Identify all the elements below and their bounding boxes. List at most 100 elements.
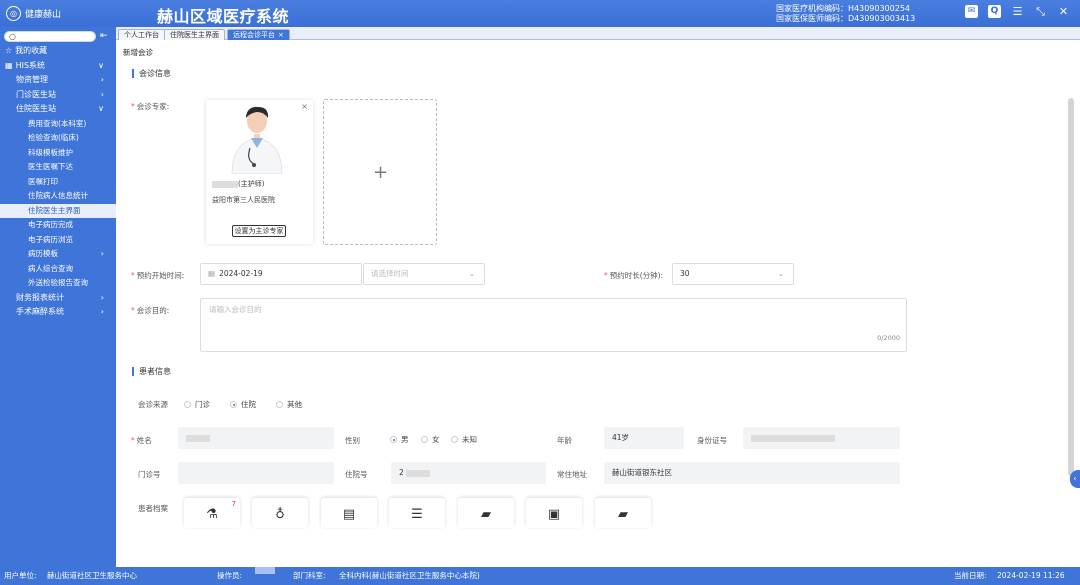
sidebar-item[interactable]: 门诊医生站 › (0, 88, 116, 103)
sidebar-item[interactable]: 住院医生站 ∨ (0, 102, 116, 117)
archive-exam-button[interactable]: ♁ (252, 498, 308, 528)
date-value: 2024-02-19 11:26 (997, 571, 1065, 580)
unit-label: 用户单位: (4, 571, 37, 580)
sidebar-item[interactable]: 外送检验报告查询 (0, 276, 116, 291)
expand-panel-chevron-icon[interactable]: ‹ (1070, 470, 1080, 488)
sidebar-item[interactable]: 病历模板 › (0, 247, 116, 262)
gender-female-radio[interactable]: 女 (421, 434, 440, 445)
sidebar-item-label: 门诊医生站 (16, 89, 56, 99)
sidebar-item[interactable]: 物资管理 › (0, 73, 116, 88)
radio-dot (184, 401, 191, 408)
age-value: 41岁 (612, 433, 630, 442)
outpatient-no-field[interactable] (178, 462, 334, 484)
sidebar-item-label: 电子病历完成 (28, 220, 73, 229)
sidebar-item[interactable]: 住院医生主界面 (0, 203, 116, 218)
expert-hospital: 益阳市第三人民医院 (212, 196, 275, 204)
set-main-expert-button[interactable]: 设置为主诊专家 (232, 225, 286, 237)
sidebar-item[interactable]: 检验查询(临床) (0, 131, 116, 146)
name-field[interactable] (178, 427, 334, 449)
archive-folder-button[interactable]: ▰ (458, 498, 514, 528)
top-bar: ◎ 健康赫山 赫山区域医疗系统 国家医疗机构编码：H43090300254 国家… (0, 0, 1080, 27)
operator-label: 操作员: (217, 571, 243, 580)
gender-unknown-radio[interactable]: 未知 (451, 434, 477, 445)
sidebar-item-label: 病人综合查询 (28, 263, 73, 273)
archive-folder-2-button[interactable]: ▰ (595, 498, 651, 528)
dept-value: 全科内科(赫山街道社区卫生服务中心本院) (339, 571, 480, 580)
address-label: 常住地址 (557, 470, 587, 479)
redacted-value (406, 469, 431, 477)
inpatient-no-field[interactable]: 2 (391, 462, 546, 484)
logo: ◎ 健康赫山 (6, 6, 61, 21)
chevron-down-icon: ⌄ (468, 269, 475, 278)
age-field[interactable]: 41岁 (604, 427, 684, 449)
sidebar-item[interactable]: 电子病历完成 (0, 218, 116, 233)
lab-badge: 7 (231, 500, 236, 508)
start-date-picker[interactable]: ▦ 2024-02-19 (200, 263, 362, 285)
list-icon: ☰ (411, 507, 423, 522)
sidebar-item[interactable]: 病人综合查询 (0, 262, 116, 277)
chevron-icon: › (100, 249, 104, 258)
sidebar-item[interactable]: 电子病历浏览 (0, 233, 116, 248)
redacted-value (186, 434, 210, 442)
archive-report-button[interactable]: ☰ (389, 498, 445, 528)
sidebar-item[interactable]: ▦ HIS系统 ∨ (0, 59, 116, 74)
sidebar-item[interactable]: 住院病人信息统计 (0, 189, 116, 204)
tab-close-icon[interactable]: × (278, 31, 284, 39)
tab-inpatient-doctor[interactable]: 住院医生主界面 (164, 29, 225, 40)
mail-icon[interactable]: ✉ (965, 5, 978, 18)
sidebar-item[interactable]: 科级模板维护 (0, 146, 116, 161)
gender-male-radio[interactable]: 男 (390, 434, 409, 445)
add-expert-button[interactable]: + (323, 99, 437, 245)
duration-label: * 预约时长(分钟): (604, 271, 664, 280)
sidebar-search-input[interactable]: ○ (4, 30, 96, 42)
shrink-icon[interactable]: ⤡ (1034, 5, 1047, 18)
duration-select[interactable]: 30 ⌄ (672, 263, 794, 285)
folder-icon: ▰ (618, 507, 628, 522)
sidebar-item[interactable]: 费用查询(本科室) (0, 117, 116, 132)
section-consult-info: 会诊信息 (132, 69, 171, 78)
archive-lab-button[interactable]: ⚗ 7 (184, 498, 240, 528)
close-icon[interactable]: ✕ (1057, 5, 1070, 18)
purpose-textarea[interactable]: 请输入会诊目的 0/2000 (200, 298, 907, 352)
address-value: 赫山街道银东社区 (612, 468, 672, 477)
content-scrollbar[interactable] (1068, 98, 1074, 476)
sidebar-menu: ☆ 我的收藏 ▦ HIS系统 ∨ 物资管理 › 门诊医生站 › 住院医生站 ∨ 费用查询(本科室) 检验… (0, 44, 116, 320)
expert-name: (主护师) (212, 179, 264, 189)
time-select[interactable]: 请选择时间 ⌄ (363, 263, 485, 285)
doctor-code-label: 国家医保医师编码： (776, 14, 848, 23)
radio-dot (390, 436, 397, 443)
doctor-code: D430903003413 (848, 14, 916, 23)
collapse-sidebar-icon[interactable]: ⇤ (100, 31, 108, 41)
radio-dot (421, 436, 428, 443)
source-outpatient-radio[interactable]: 门诊 (184, 399, 210, 410)
sidebar-item[interactable]: 医生医嘱下达 (0, 160, 116, 175)
source-other-radio[interactable]: 其他 (276, 399, 302, 410)
address-field[interactable]: 赫山街道银东社区 (604, 462, 900, 484)
search-icon: ○ (9, 31, 16, 41)
sidebar-item[interactable]: 财务报表统计 › (0, 291, 116, 306)
archive-monitor-button[interactable]: ▣ (526, 498, 582, 528)
tab-remote-consultation[interactable]: 远程会诊平台 × (227, 29, 290, 40)
archive-label: 患者档案 (138, 504, 168, 513)
remove-expert-icon[interactable]: × (301, 102, 308, 111)
calendar-icon: ▦ (208, 269, 216, 278)
expert-card: × (主护师) 益阳市第三人民医院 设置为主诊专家 (206, 100, 313, 244)
sidebar-item[interactable]: 手术麻醉系统 › (0, 305, 116, 320)
archive-record-button[interactable]: ▤ (321, 498, 377, 528)
tab-personal-workbench[interactable]: 个人工作台 (118, 29, 165, 40)
outpatient-no-label: 门诊号 (138, 470, 161, 479)
search-icon[interactable]: Q (988, 5, 1001, 18)
expert-label: * 会诊专家: (131, 102, 170, 111)
id-card-field[interactable] (743, 427, 900, 449)
sidebar-item[interactable]: ☆ 我的收藏 (0, 44, 116, 59)
plus-icon: + (373, 162, 389, 183)
tab-label: 住院医生主界面 (170, 31, 219, 39)
inpatient-no-label: 住院号 (345, 470, 368, 479)
redacted-name (212, 180, 238, 188)
tab-label: 远程会诊平台 (233, 31, 275, 39)
chevron-icon: › (100, 292, 104, 302)
menu-icon[interactable]: ☰ (1011, 5, 1024, 18)
sidebar-item[interactable]: 医嘱打印 (0, 175, 116, 190)
redacted-value (255, 567, 275, 574)
source-inpatient-radio[interactable]: 住院 (230, 399, 256, 410)
